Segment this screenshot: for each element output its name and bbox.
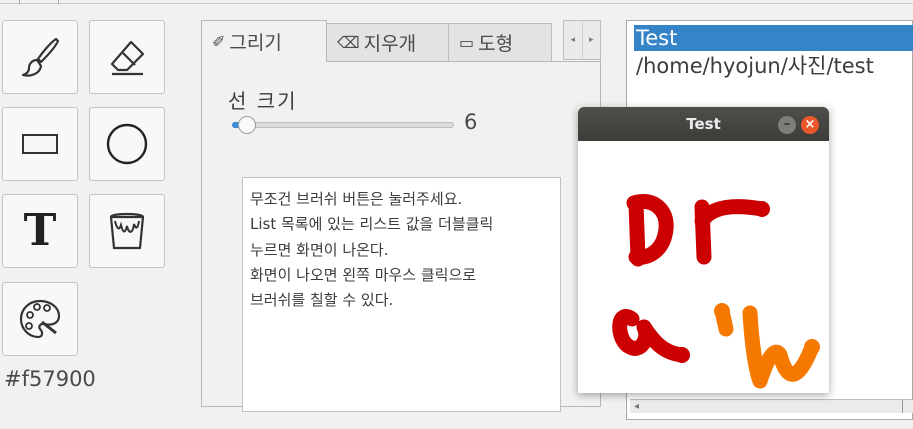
text-button[interactable]: T [2,194,78,268]
current-color-label: #f57900 [4,367,96,391]
drawing-window-title: Test [686,115,721,133]
eraser-button[interactable] [89,20,165,94]
text-icon: T [23,205,57,256]
tab-scroll-right-icon[interactable]: ▸ [581,21,601,59]
drawing-window: Test – × [578,107,829,393]
pencil-icon: ✐ [212,32,226,51]
brush-size-slider[interactable] [232,122,454,128]
instruction-line: 무조건 브러쉬 버튼은 눌러주세요. [250,190,463,208]
tab-eraser[interactable]: ⌫ 지우개 [326,23,449,61]
rectangle-icon [22,134,58,154]
circle-icon [106,123,148,165]
fill-button[interactable] [89,194,165,268]
instruction-line: 브러쉬를 칠할 수 있다. [250,291,394,310]
instruction-line: 누르면 화면이 나온다. [250,240,389,259]
list-item[interactable]: /home/hyojun/사진/test [634,53,874,79]
top-border [0,0,913,4]
list-item[interactable]: Test [634,25,913,51]
list-horizontal-scrollbar[interactable]: ◂ [630,399,913,413]
tab-scroll-left-icon[interactable]: ◂ [564,21,582,59]
tab-eraser-label: 지우개 [363,33,417,55]
rectangle-button[interactable] [2,107,78,181]
tab-scroll-buttons: ◂ ▸ [563,20,601,60]
brush-button[interactable] [2,20,78,94]
tab-bar: ✐ 그리기 ⌫ 지우개 ▭ 도형 [201,20,601,62]
drawing-canvas[interactable] [578,141,829,393]
tab-draw[interactable]: ✐ 그리기 [201,20,327,62]
brush-icon [21,37,60,77]
tab-shape-label: 도형 [478,33,514,55]
top-toolbar-stub [0,0,60,4]
instruction-line: 화면이 나오면 왼쪽 마우스 클릭으로 [250,265,477,284]
brush-size-slider-handle[interactable] [238,116,256,134]
paint-bucket-icon [109,212,145,250]
tab-shape[interactable]: ▭ 도형 [448,23,552,61]
eraser-icon: ⌫ [337,33,360,52]
tab-draw-label: 그리기 [229,32,282,54]
circle-button[interactable] [89,107,165,181]
brush-size-label: 선 크기 [228,89,298,113]
close-icon[interactable]: × [801,116,819,134]
instruction-line: List 목록에 있는 리스트 값을 더블클릭 [250,215,494,234]
minimize-icon[interactable]: – [778,116,796,134]
instructions-text[interactable]: 무조건 브러쉬 버튼은 눌러주세요. List 목록에 있는 리스트 값을 더블… [242,177,561,412]
eraser-icon [110,40,145,76]
scroll-left-icon[interactable]: ◂ [634,401,639,412]
palette-button[interactable] [2,282,78,356]
drawing-strokes [612,194,820,389]
rectangle-icon: ▭ [459,33,475,52]
palette-icon [19,299,61,339]
brush-size-value: 6 [464,110,478,134]
